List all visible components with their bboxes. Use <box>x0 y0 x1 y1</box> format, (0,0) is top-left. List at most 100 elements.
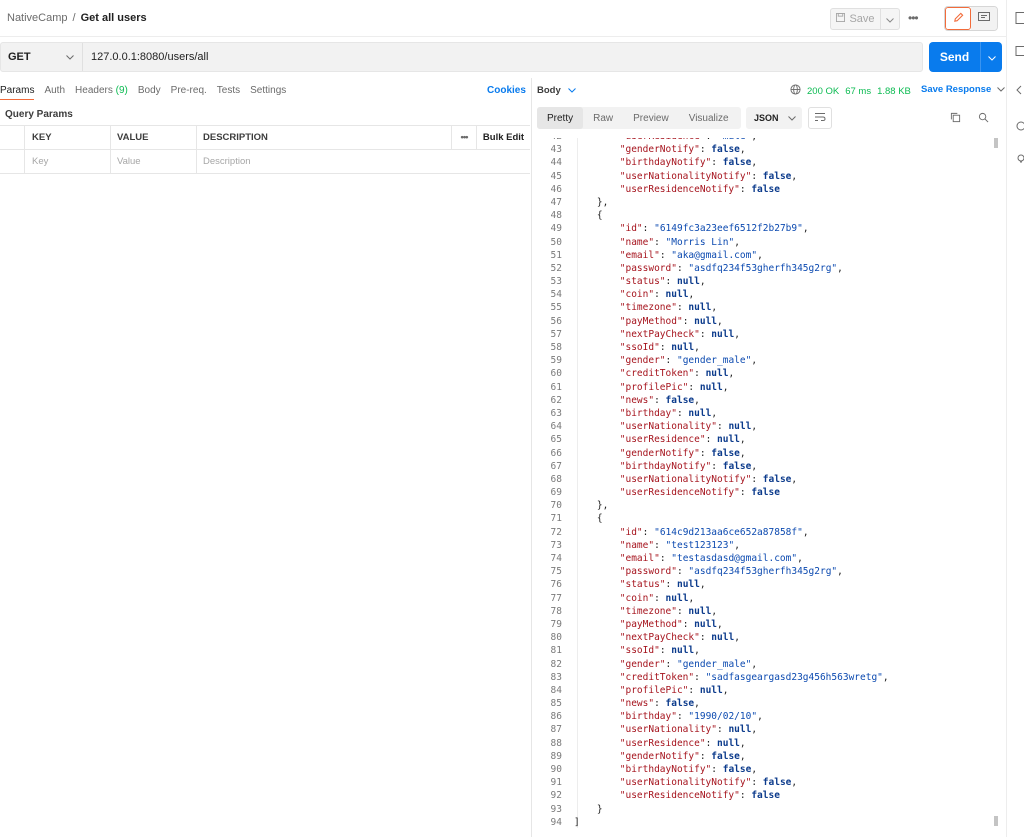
line-number: 81 <box>550 645 562 657</box>
json-string: "614c9d213aa6ce652a87858f" <box>654 526 803 538</box>
json-punctuation: : <box>654 289 666 301</box>
save-label: Save <box>849 13 875 25</box>
json-punctuation: , <box>734 328 740 340</box>
more-actions-button[interactable]: ••• <box>908 11 919 25</box>
json-punctuation <box>574 685 620 696</box>
tab-preview[interactable]: Preview <box>623 107 679 129</box>
line-content: "payMethod": null, <box>562 618 723 631</box>
documentation-mode-button[interactable] <box>971 7 997 30</box>
code-line: 79 "payMethod": null, <box>537 618 995 631</box>
response-body-code[interactable]: 42 "userResidence": "male",43 "genderNot… <box>537 138 995 828</box>
code-line: 67 "birthdayNotify": false, <box>537 460 995 473</box>
code-line: 72 "id": "614c9d213aa6ce652a87858f", <box>537 526 995 539</box>
cookies-link[interactable]: Cookies <box>487 85 526 96</box>
line-content: "userResidenceNotify": false <box>562 183 780 196</box>
json-punctuation: , <box>751 764 758 775</box>
comments-icon[interactable] <box>1015 46 1024 56</box>
tab-params[interactable]: Params <box>0 85 35 100</box>
description-input[interactable]: Description <box>197 150 451 173</box>
json-literal: false <box>762 777 792 789</box>
response-scrollbar[interactable] <box>994 138 999 828</box>
row-checkbox[interactable] <box>0 150 25 173</box>
line-number: 61 <box>550 381 562 393</box>
line-content: "userNationalityNotify": false, <box>562 473 797 486</box>
tab-tests[interactable]: Tests <box>217 85 240 96</box>
json-key: "timezone" <box>619 302 677 314</box>
pane-divider[interactable] <box>531 78 532 837</box>
search-icon[interactable] <box>978 112 989 126</box>
method-select[interactable]: GET <box>1 43 83 71</box>
json-punctuation <box>574 138 620 142</box>
json-punctuation <box>574 368 620 379</box>
info-icon[interactable] <box>1015 120 1024 131</box>
json-punctuation <box>574 263 620 274</box>
tab-headers[interactable]: Headers (9) <box>75 85 128 96</box>
line-content: "userResidenceNotify": false <box>562 789 780 802</box>
save-response-button[interactable]: Save Response <box>921 84 1006 95</box>
code-icon[interactable] <box>1015 84 1024 95</box>
json-literal: null <box>694 618 718 630</box>
code-line: 49 "id": "6149fc3a23eef6512f2b27b9", <box>537 222 995 235</box>
scroll-thumb-top[interactable] <box>994 138 998 148</box>
line-number: 68 <box>550 473 562 485</box>
save-button-group: Save <box>830 8 900 30</box>
send-button[interactable]: Send <box>929 42 981 72</box>
value-input[interactable]: Value <box>111 150 197 173</box>
tab-pre-request[interactable]: Pre-req. <box>171 85 207 96</box>
copy-icon[interactable] <box>950 112 961 126</box>
workspace-link[interactable]: NativeCamp <box>7 12 68 24</box>
response-section-select[interactable]: Body <box>537 85 577 96</box>
json-punctuation <box>574 421 620 432</box>
response-time[interactable]: 67 ms <box>845 86 871 97</box>
json-key: "userNationalityNotify" <box>619 777 752 789</box>
tab-pretty[interactable]: Pretty <box>537 107 584 129</box>
send-options-button[interactable] <box>981 42 1002 72</box>
save-response-label: Save Response <box>921 84 992 95</box>
chevron-down-icon <box>997 84 1006 95</box>
code-line: 81 "ssoId": null, <box>537 644 995 657</box>
json-punctuation <box>574 606 620 617</box>
tab-raw[interactable]: Raw <box>583 107 623 129</box>
tab-settings[interactable]: Settings <box>250 85 286 96</box>
json-punctuation: , <box>688 592 695 604</box>
json-punctuation: : <box>659 342 672 353</box>
tab-body[interactable]: Body <box>138 85 161 96</box>
json-punctuation <box>574 171 620 182</box>
tab-visualize[interactable]: Visualize <box>679 107 739 129</box>
request-title[interactable]: Get all users <box>81 12 147 24</box>
line-content: "ssoId": null, <box>562 644 700 657</box>
json-literal: null <box>705 368 729 380</box>
column-options-button[interactable]: ••• <box>451 126 476 149</box>
line-content: }, <box>562 196 608 209</box>
json-punctuation <box>574 289 620 300</box>
globe-icon[interactable] <box>790 84 801 98</box>
url-input[interactable]: 127.0.0.1:8080/users/all <box>83 51 208 63</box>
json-punctuation <box>574 579 620 590</box>
scroll-thumb-bottom[interactable] <box>994 816 998 826</box>
bulk-edit-button[interactable]: Bulk Edit <box>476 126 530 149</box>
line-content: "birthdayNotify": false, <box>562 156 757 169</box>
code-line: 85 "news": false, <box>537 697 995 710</box>
json-punctuation: , <box>791 473 798 485</box>
key-input[interactable]: Key <box>25 150 111 173</box>
save-button[interactable]: Save <box>831 9 881 29</box>
documentation-icon[interactable] <box>1015 12 1024 24</box>
json-key: "userNationality" <box>619 724 717 736</box>
code-line: 55 "timezone": null, <box>537 301 995 314</box>
json-key: "ssoId" <box>619 342 660 353</box>
tab-auth[interactable]: Auth <box>44 85 65 96</box>
save-options-button[interactable] <box>881 9 899 29</box>
json-punctuation: : <box>659 645 672 657</box>
format-select[interactable]: JSON <box>746 107 802 129</box>
status-code[interactable]: 200 OK <box>807 86 839 97</box>
lightbulb-icon[interactable] <box>1015 153 1024 163</box>
wrap-lines-button[interactable] <box>808 107 832 129</box>
line-content: "timezone": null, <box>562 605 717 618</box>
response-size[interactable]: 1.88 KB <box>877 86 911 97</box>
code-line: 58 "ssoId": null, <box>537 341 995 354</box>
query-params-title: Query Params <box>5 109 73 120</box>
json-punctuation: : <box>688 381 700 393</box>
json-key: "userNationalityNotify" <box>619 170 752 182</box>
line-content: "userNationalityNotify": false, <box>562 170 797 183</box>
edit-mode-button[interactable] <box>945 7 971 30</box>
